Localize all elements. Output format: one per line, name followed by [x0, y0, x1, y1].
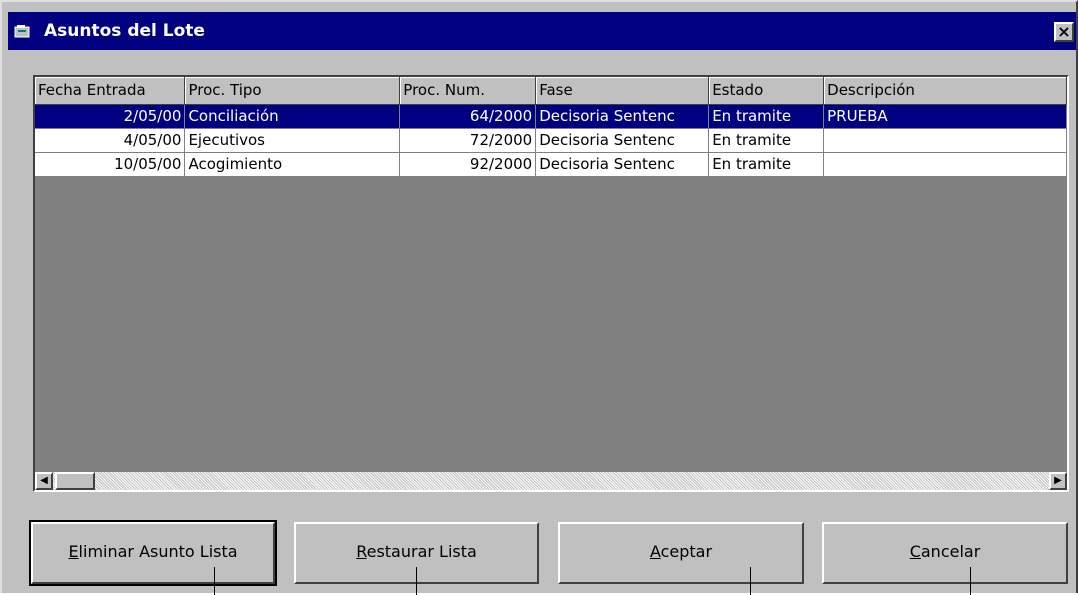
horizontal-scrollbar[interactable]: ◀ ▶	[35, 472, 1067, 490]
accelerator-key: A	[649, 542, 661, 561]
dialog-window: Asuntos del Lote × Fecha Entrada Proc. T…	[0, 0, 1078, 595]
cell-estado[interactable]: En tramite	[708, 128, 825, 153]
cell-tipo[interactable]: Conciliación	[184, 104, 401, 129]
column-header-descripcion[interactable]: Descripción	[823, 77, 1067, 105]
cell-fecha[interactable]: 4/05/00	[35, 128, 186, 153]
eliminar-asunto-lista-button[interactable]: Eliminar Asunto Lista	[29, 520, 277, 586]
column-header-fase[interactable]: Fase	[535, 77, 710, 105]
column-header-fecha[interactable]: Fecha Entrada	[35, 77, 186, 105]
aceptar-button[interactable]: Aceptar	[558, 522, 804, 584]
cell-fase[interactable]: Decisoria Sentenc	[535, 128, 710, 153]
cell-descripcion[interactable]	[823, 152, 1067, 177]
cell-fecha[interactable]: 10/05/00	[35, 152, 186, 177]
callout-line	[416, 567, 417, 595]
button-label: ancelar	[920, 542, 981, 561]
scroll-left-icon[interactable]: ◀	[35, 472, 53, 490]
title-bar[interactable]: Asuntos del Lote ×	[8, 12, 1076, 50]
issues-table: Fecha Entrada Proc. Tipo Proc. Num. Fase…	[35, 77, 1067, 177]
issues-grid[interactable]: Fecha Entrada Proc. Tipo Proc. Num. Fase…	[33, 75, 1069, 492]
cell-estado[interactable]: En tramite	[708, 152, 825, 177]
close-icon[interactable]: ×	[1054, 22, 1074, 42]
scroll-right-icon[interactable]: ▶	[1049, 472, 1067, 490]
callout-line	[750, 567, 751, 595]
cell-fecha[interactable]: 2/05/00	[35, 104, 186, 129]
cell-fase[interactable]: Decisoria Sentenc	[535, 104, 710, 129]
button-label: liminar Asunto Lista	[78, 542, 238, 561]
cell-estado[interactable]: En tramite	[708, 104, 825, 129]
column-header-tipo[interactable]: Proc. Tipo	[184, 77, 401, 105]
table-row[interactable]: 10/05/00 Acogimiento 92/2000 Decisoria S…	[35, 152, 1067, 177]
header-row: Fecha Entrada Proc. Tipo Proc. Num. Fase…	[35, 77, 1067, 105]
column-header-num[interactable]: Proc. Num.	[399, 77, 537, 105]
table-row[interactable]: 4/05/00 Ejecutivos 72/2000 Decisoria Sen…	[35, 128, 1067, 153]
cancelar-button[interactable]: Cancelar	[822, 522, 1068, 584]
cell-descripcion[interactable]	[823, 128, 1067, 153]
scroll-thumb[interactable]	[55, 472, 95, 490]
button-label: ceptar	[660, 542, 713, 561]
cell-descripcion[interactable]: PRUEBA	[823, 104, 1067, 129]
accelerator-key: E	[68, 542, 79, 561]
accelerator-key: R	[356, 542, 367, 561]
window-title: Asuntos del Lote	[44, 21, 205, 41]
cell-fase[interactable]: Decisoria Sentenc	[535, 152, 710, 177]
accelerator-key: C	[909, 542, 921, 561]
cell-num[interactable]: 64/2000	[399, 104, 537, 129]
cell-tipo[interactable]: Ejecutivos	[184, 128, 401, 153]
table-row[interactable]: 2/05/00 Conciliación 64/2000 Decisoria S…	[35, 104, 1067, 129]
column-header-estado[interactable]: Estado	[708, 77, 825, 105]
cell-num[interactable]: 92/2000	[399, 152, 537, 177]
callout-line	[214, 567, 215, 595]
callout-line	[970, 567, 971, 595]
window-app-icon	[14, 25, 30, 38]
button-label: estaurar Lista	[366, 542, 477, 561]
cell-tipo[interactable]: Acogimiento	[184, 152, 401, 177]
cell-num[interactable]: 72/2000	[399, 128, 537, 153]
